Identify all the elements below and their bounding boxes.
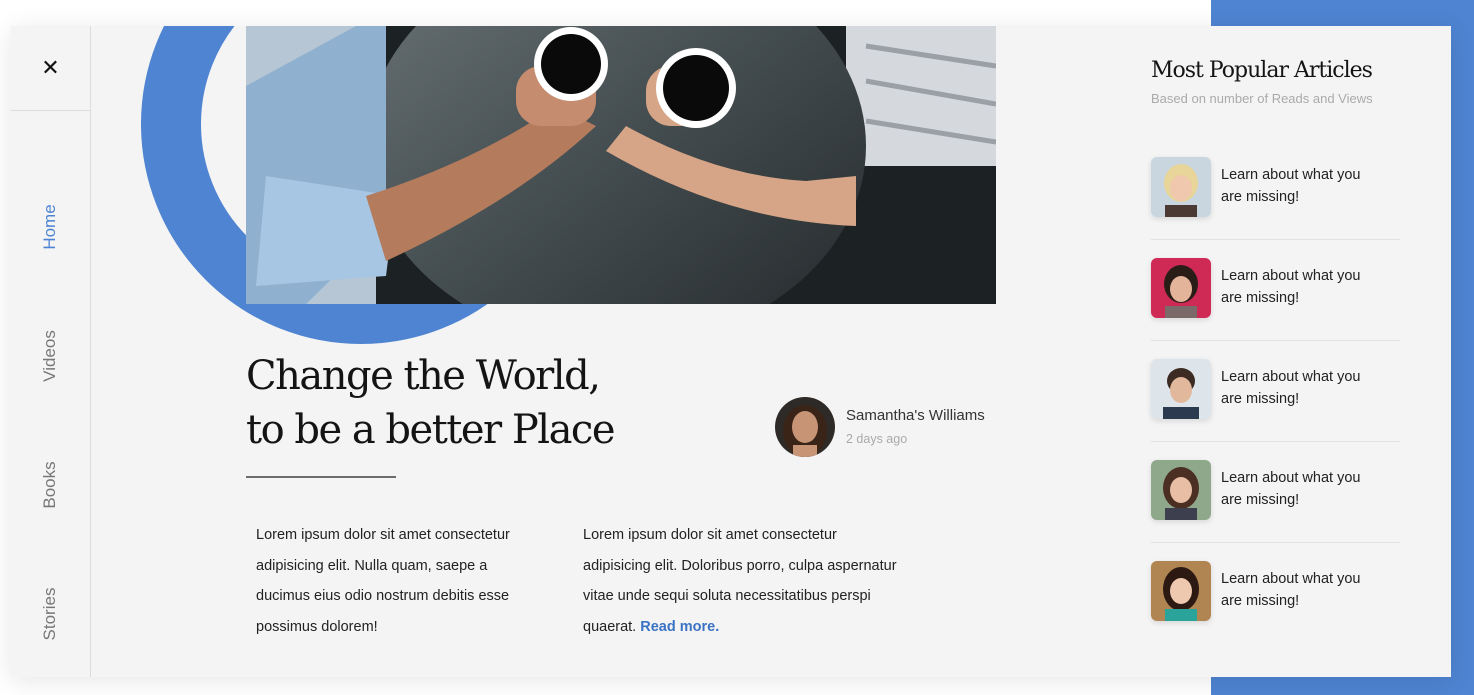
body-line: ducimus eius odio nostrum debitis esse xyxy=(256,588,510,604)
popular-item-line: are missing! xyxy=(1221,290,1300,306)
body-line: adipisicing elit. Doloribus porro, culpa… xyxy=(583,557,897,574)
popular-item[interactable]: Learn about what you are missing! xyxy=(1151,460,1400,561)
popular-thumbnail xyxy=(1151,157,1211,217)
divider xyxy=(1151,340,1400,341)
popular-item-line: are missing! xyxy=(1221,189,1300,205)
body-line-text: quaerat. xyxy=(583,618,637,635)
popular-item[interactable]: Learn about what you are missing! xyxy=(1151,561,1400,662)
article-title: Change the World, to be a better Place xyxy=(246,349,616,457)
author-info: Samantha's Williams 2 days ago xyxy=(775,397,1015,459)
popular-thumbnail xyxy=(1151,460,1211,520)
post-time: 2 days ago xyxy=(846,432,908,446)
hero-image xyxy=(246,26,996,304)
popular-item[interactable]: Learn about what you are missing! xyxy=(1151,258,1400,359)
popular-item-line: Learn about what you xyxy=(1221,167,1361,183)
body-line: vitae unde sequi soluta necessitatibus p… xyxy=(583,588,871,604)
article-body-col-1: Lorem ipsum dolor sit amet consectetur a… xyxy=(256,520,510,642)
popular-item-line: are missing! xyxy=(1221,593,1300,609)
nav-item-home[interactable]: Home xyxy=(40,204,60,249)
body-line: adipisicing elit. Nulla quam, saepe a xyxy=(256,557,488,574)
popular-title: Most Popular Articles xyxy=(1151,58,1373,83)
nav-item-videos[interactable]: Videos xyxy=(40,330,60,382)
popular-item-line: Learn about what you xyxy=(1221,268,1361,284)
close-button[interactable]: ✕ xyxy=(11,26,90,111)
popular-thumbnail xyxy=(1151,561,1211,621)
popular-item-text: Learn about what you are missing! xyxy=(1221,366,1360,410)
article-body-col-2: Lorem ipsum dolor sit amet consectetur a… xyxy=(583,520,897,642)
popular-item-line: Learn about what you xyxy=(1221,369,1361,385)
popular-item-text: Learn about what you are missing! xyxy=(1221,265,1360,309)
close-icon: ✕ xyxy=(41,55,60,81)
popular-item-text: Learn about what you are missing! xyxy=(1221,164,1360,208)
author-name[interactable]: Samantha's Williams xyxy=(846,407,985,424)
article-title-line-1: Change the World, xyxy=(246,353,601,399)
popular-item-line: are missing! xyxy=(1221,492,1300,508)
nav-item-books[interactable]: Books xyxy=(40,461,60,508)
popular-item-text: Learn about what you are missing! xyxy=(1221,467,1360,511)
main-card: ✕ Home Videos Books Stories Change the W… xyxy=(11,26,1451,677)
popular-item-line: Learn about what you xyxy=(1221,470,1361,486)
popular-item-line: Learn about what you xyxy=(1221,571,1361,587)
title-underline xyxy=(246,476,396,478)
read-more-link[interactable]: Read more. xyxy=(640,619,719,635)
popular-item-line: are missing! xyxy=(1221,391,1300,407)
body-line: Lorem ipsum dolor sit amet consectetur xyxy=(256,527,510,543)
divider xyxy=(1151,441,1400,442)
body-line-last: quaerat. Read more. xyxy=(583,612,897,643)
nav-item-stories[interactable]: Stories xyxy=(40,588,60,641)
author-avatar[interactable] xyxy=(775,397,835,457)
body-line: possimus dolorem! xyxy=(256,618,378,635)
body-line: Lorem ipsum dolor sit amet consectetur xyxy=(583,527,837,543)
popular-item[interactable]: Learn about what you are missing! xyxy=(1151,359,1400,460)
sidebar-nav: ✕ Home Videos Books Stories xyxy=(11,26,91,677)
divider xyxy=(1151,239,1400,240)
popular-subtitle: Based on number of Reads and Views xyxy=(1151,91,1373,106)
divider xyxy=(1151,542,1400,543)
popular-item-text: Learn about what you are missing! xyxy=(1221,568,1360,612)
popular-item[interactable]: Learn about what you are missing! xyxy=(1151,157,1400,258)
popular-thumbnail xyxy=(1151,359,1211,419)
article-title-line-2: to be a better Place xyxy=(246,407,616,453)
popular-thumbnail xyxy=(1151,258,1211,318)
